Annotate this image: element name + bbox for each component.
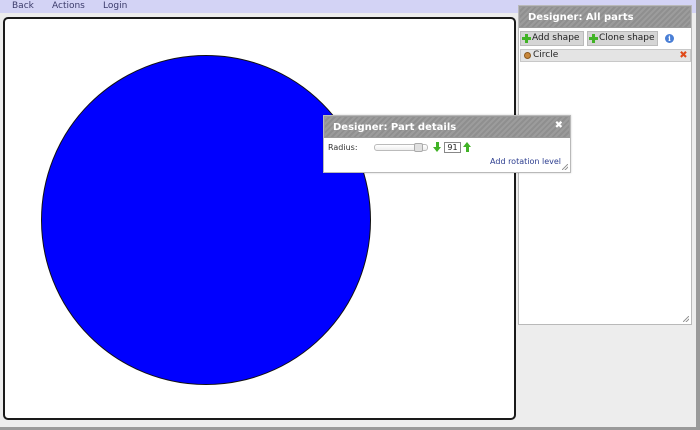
- resize-grip-icon[interactable]: [562, 164, 568, 170]
- clone-shape-label: Clone shape: [599, 33, 655, 43]
- radius-slider[interactable]: [374, 143, 428, 152]
- add-shape-button[interactable]: Add shape: [520, 31, 584, 46]
- part-details-panel: Designer: Part details ✖ Radius: 91 Add …: [323, 115, 571, 173]
- plus-icon: [589, 34, 598, 43]
- radius-value-field[interactable]: 91: [444, 142, 461, 153]
- increase-arrow-icon[interactable]: [463, 142, 472, 152]
- all-parts-title[interactable]: Designer: All parts: [519, 6, 691, 28]
- eye-icon[interactable]: [524, 52, 531, 59]
- part-details-title[interactable]: Designer: Part details: [324, 116, 570, 138]
- part-item-circle[interactable]: Circle ✖: [520, 49, 691, 62]
- add-rotation-link[interactable]: Add rotation level: [490, 157, 561, 166]
- decrease-arrow-icon[interactable]: [433, 142, 442, 152]
- slider-thumb[interactable]: [414, 143, 423, 152]
- close-icon[interactable]: ✖: [555, 121, 563, 131]
- design-canvas[interactable]: [3, 17, 516, 420]
- page-edge: [696, 0, 700, 430]
- menu-back[interactable]: Back: [12, 0, 34, 13]
- plus-icon: [522, 34, 531, 43]
- menu-login[interactable]: Login: [103, 0, 127, 13]
- menu-actions[interactable]: Actions: [52, 0, 85, 13]
- clone-shape-button[interactable]: Clone shape: [587, 31, 658, 46]
- delete-icon[interactable]: ✖: [679, 51, 688, 61]
- info-icon[interactable]: i: [665, 34, 674, 43]
- resize-grip-icon[interactable]: [683, 316, 689, 322]
- radius-label: Radius:: [328, 143, 358, 152]
- circle-shape[interactable]: [41, 55, 371, 385]
- add-shape-label: Add shape: [532, 33, 580, 43]
- part-label: Circle: [533, 50, 559, 60]
